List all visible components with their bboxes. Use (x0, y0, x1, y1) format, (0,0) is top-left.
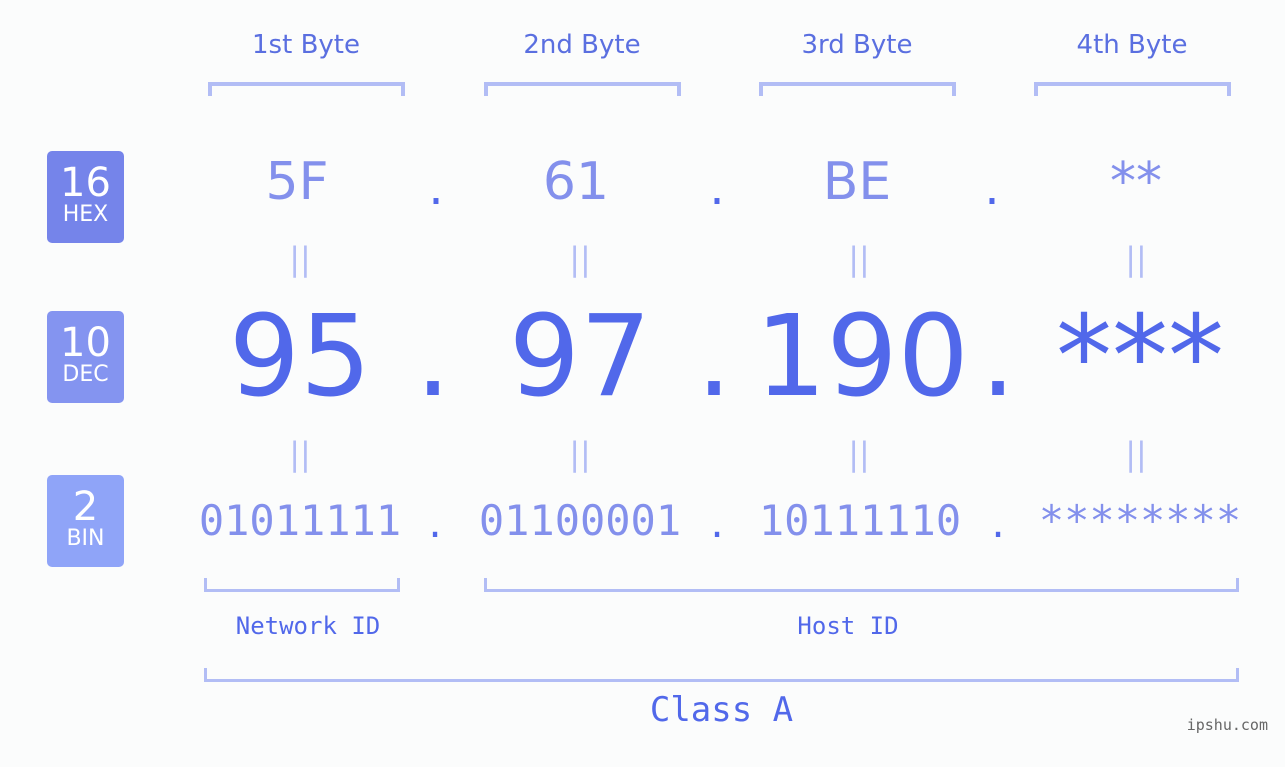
hex-badge-number: 16 (60, 160, 111, 206)
dec-badge-text: DEC (62, 362, 109, 387)
hex-value-1: 5F (265, 152, 329, 212)
bin-badge-text: BIN (66, 526, 105, 551)
hex-dot-1: . (428, 160, 444, 216)
byte-label-2: 2nd Byte (523, 30, 641, 60)
bin-dot-2: . (710, 498, 724, 547)
host-id-bracket (484, 578, 1239, 592)
hex-dot-2: . (709, 160, 725, 216)
hex-dot-3: . (984, 160, 1000, 216)
dec-value-2: 97 (508, 292, 652, 422)
network-id-bracket (204, 578, 400, 592)
hex-value-3: BE (822, 152, 892, 212)
dec-value-1: 95 (228, 292, 372, 422)
class-bracket (204, 668, 1239, 682)
hex-value-2: 61 (542, 152, 610, 212)
byte-bracket-2 (484, 82, 681, 96)
equals-icon: || (289, 240, 311, 278)
watermark: ipshu.com (1186, 716, 1268, 734)
equals-icon: || (848, 435, 870, 473)
bin-dot-3: . (991, 498, 1005, 547)
network-id-label: Network ID (235, 612, 381, 640)
dec-dot-2: . (696, 292, 732, 422)
equals-icon: || (569, 240, 591, 278)
byte-bracket-1 (208, 82, 405, 96)
dec-badge: 10 DEC (47, 311, 124, 403)
bin-value-3: 10111110 (758, 496, 962, 545)
byte-label-3: 3rd Byte (801, 30, 913, 60)
class-label: Class A (649, 690, 794, 730)
byte-bracket-3 (759, 82, 956, 96)
bin-value-1: 01011111 (198, 496, 402, 545)
bin-badge-number: 2 (72, 484, 99, 530)
host-id-label: Host ID (797, 612, 899, 640)
dec-value-3: 190 (755, 292, 969, 422)
equals-icon: || (1125, 240, 1147, 278)
hex-badge-text: HEX (62, 202, 109, 227)
dec-dot-3: . (980, 292, 1016, 422)
dec-badge-number: 10 (60, 320, 111, 366)
dec-value-4: *** (1056, 292, 1224, 422)
byte-label-4: 4th Byte (1076, 30, 1188, 60)
bin-dot-1: . (428, 498, 442, 547)
byte-label-1: 1st Byte (252, 30, 360, 60)
bin-value-4: ******** (1038, 496, 1242, 545)
equals-icon: || (289, 435, 311, 473)
dec-dot-1: . (415, 292, 451, 422)
hex-badge: 16 HEX (47, 151, 124, 243)
equals-icon: || (569, 435, 591, 473)
byte-bracket-4 (1034, 82, 1231, 96)
bin-value-2: 01100001 (478, 496, 682, 545)
bin-badge: 2 BIN (47, 475, 124, 567)
equals-icon: || (1125, 435, 1147, 473)
equals-icon: || (848, 240, 870, 278)
hex-value-4: ** (1110, 152, 1162, 212)
